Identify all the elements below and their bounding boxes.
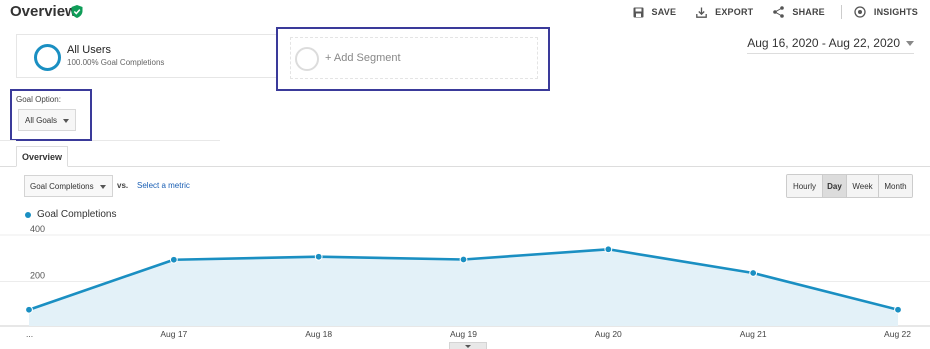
- goal-option-highlight: Goal Option: All Goals: [10, 89, 92, 141]
- x-tick-label: Aug 17: [160, 329, 187, 339]
- period-month-button[interactable]: Month: [878, 175, 912, 197]
- save-label: SAVE: [651, 7, 677, 17]
- y-tick-label: 400: [30, 224, 45, 234]
- date-range-label: Aug 16, 2020 - Aug 22, 2020: [747, 36, 900, 50]
- divider: [0, 140, 16, 141]
- segment-all-users[interactable]: All Users 100.00% Goal Completions: [16, 34, 278, 78]
- x-tick-label: Aug 20: [595, 329, 622, 339]
- share-label: SHARE: [792, 7, 825, 17]
- metric-select[interactable]: Goal Completions: [24, 175, 113, 197]
- x-tick-label: Aug 19: [450, 329, 477, 339]
- export-button[interactable]: EXPORT: [696, 7, 753, 18]
- save-button[interactable]: SAVE: [633, 7, 677, 18]
- report-toolbar: SAVE EXPORT SHARE INSIGHTS: [613, 5, 918, 19]
- date-range-picker[interactable]: Aug 16, 2020 - Aug 22, 2020: [747, 36, 914, 54]
- chevron-down-icon: [906, 40, 914, 46]
- x-tick-label: ...: [26, 329, 33, 339]
- chevron-down-icon: [100, 185, 106, 189]
- data-point: [894, 305, 902, 314]
- segment-detail: 100.00% Goal Completions: [67, 58, 165, 67]
- export-icon: [696, 7, 708, 18]
- save-icon: [633, 7, 644, 17]
- chevron-down-icon: [63, 119, 69, 123]
- x-tick-label: Aug 21: [740, 329, 767, 339]
- insights-button[interactable]: INSIGHTS: [854, 6, 918, 18]
- share-button[interactable]: SHARE: [773, 6, 825, 18]
- data-point: [169, 255, 178, 264]
- data-point: [25, 305, 33, 314]
- divider: [92, 140, 220, 141]
- period-week-button[interactable]: Week: [846, 175, 878, 197]
- data-point: [314, 252, 323, 261]
- segment-bar: All Users 100.00% Goal Completions + Add…: [0, 27, 930, 91]
- segment-ring-icon: [34, 44, 61, 71]
- goal-option-value: All Goals: [25, 115, 58, 125]
- chart-collapse-handle[interactable]: [449, 342, 487, 349]
- share-icon: [773, 6, 785, 18]
- goal-completions-chart: 400 200... Aug 17 Aug 18 Aug 19 Aug 20 Aug 21 A…: [0, 224, 930, 339]
- chart-legend: Goal Completions: [25, 209, 116, 220]
- add-segment-ring-icon: [295, 47, 319, 71]
- analytics-page: Overview SAVE EXPORT SHARE INSIGHTS All …: [0, 0, 930, 349]
- period-hourly-button[interactable]: Hourly: [787, 175, 822, 197]
- data-point: [459, 255, 468, 264]
- period-toggle: Hourly Day Week Month: [786, 174, 913, 198]
- x-tick-label: Aug 22: [884, 329, 911, 339]
- legend-label: Goal Completions: [37, 209, 117, 220]
- goal-option-label: Goal Option:: [16, 95, 61, 104]
- insights-label: INSIGHTS: [873, 7, 918, 17]
- legend-dot: [25, 211, 31, 218]
- x-tick-label: Aug 18: [305, 329, 332, 339]
- export-label: EXPORT: [715, 7, 754, 17]
- metric-select-value: Goal Completions: [30, 181, 94, 191]
- vs-label: vs.: [117, 181, 129, 190]
- goal-option-select[interactable]: All Goals: [18, 109, 76, 131]
- y-tick-label: 200: [30, 271, 45, 281]
- data-point: [604, 245, 613, 254]
- page-title: Overview: [10, 3, 77, 20]
- page-header: Overview SAVE EXPORT SHARE INSIGHTS: [0, 0, 930, 24]
- tab-bar-line: [0, 166, 930, 167]
- toolbar-divider: [840, 5, 842, 19]
- add-segment-label: + Add Segment: [325, 52, 401, 64]
- segment-name: All Users: [67, 44, 112, 56]
- add-segment-button[interactable]: + Add Segment: [290, 37, 538, 79]
- period-day-button[interactable]: Day: [822, 175, 846, 197]
- data-point: [749, 269, 758, 277]
- chevron-down-icon: [465, 345, 471, 348]
- select-metric-link[interactable]: Select a metric: [137, 181, 190, 190]
- insights-icon: [854, 6, 866, 18]
- tab-overview[interactable]: Overview: [16, 146, 68, 167]
- verified-shield-icon: [71, 5, 83, 18]
- add-segment-highlight: + Add Segment: [276, 27, 550, 91]
